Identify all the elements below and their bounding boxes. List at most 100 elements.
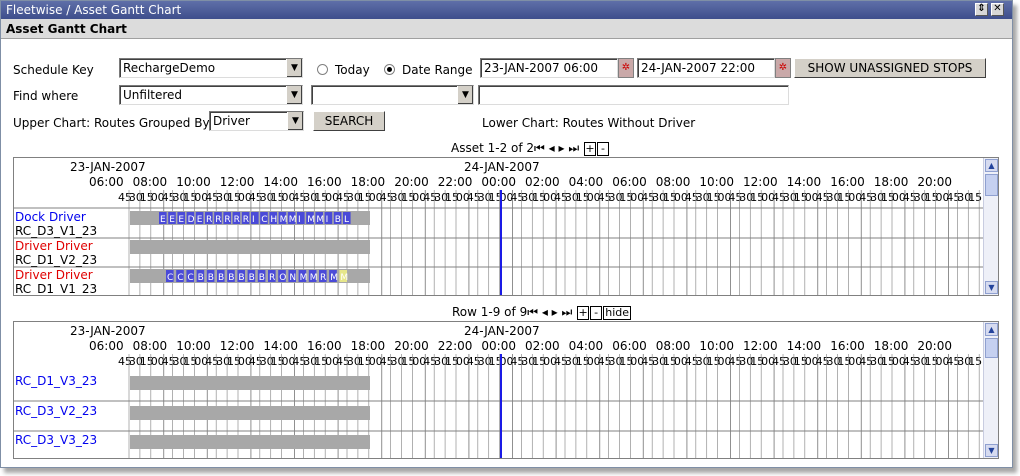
hour-tick-label: 20:00: [917, 175, 952, 189]
date-label: 23-JAN-2007: [70, 160, 146, 174]
route-bar: [130, 376, 370, 390]
hour-tick-label: 12:00: [743, 175, 778, 189]
first-page-icon[interactable]: ⏮: [534, 141, 545, 155]
find-where-select[interactable]: Unfiltered ▼: [119, 85, 303, 105]
stop-label: C: [177, 273, 183, 283]
hour-tick-label: 14:00: [787, 175, 822, 189]
app-window: Fleetwise / Asset Gantt Chart ⇕ ✕ Asset …: [0, 0, 1013, 468]
stop-label: E: [160, 215, 166, 225]
stop-label: E: [178, 215, 184, 225]
date-range-label: Date Range: [402, 63, 473, 77]
group-by-value: Driver: [213, 114, 250, 128]
restore-button[interactable]: ⇕: [975, 3, 988, 16]
upper-gantt-chart: 23-JAN-2007 24-JAN-2007 06:00 08:00 10:00 12:…: [13, 157, 999, 296]
stop-label: C: [187, 273, 193, 283]
upper-pager: Asset 1-2 of 2⏮ ◂ ▸ ⏭ + -: [451, 141, 609, 156]
zoom-in-button[interactable]: +: [583, 142, 596, 156]
route-bar: [130, 406, 370, 420]
zoom-out-button[interactable]: -: [590, 306, 603, 320]
hour-tick-label: 16:00: [830, 339, 865, 353]
date-to-input[interactable]: 24-JAN-2007 22:00: [637, 58, 775, 78]
hour-tick-label: 22:00: [438, 175, 473, 189]
restore-icon: ⇕: [977, 3, 986, 14]
row-group-label[interactable]: Driver Driver: [15, 239, 93, 253]
hour-tick-label: 22:00: [438, 339, 473, 353]
find-field-select[interactable]: ▼: [311, 85, 474, 105]
stop-label: E: [169, 215, 175, 225]
group-by-select[interactable]: Driver ▼: [209, 111, 304, 131]
row-group-label[interactable]: Dock Driver: [15, 210, 86, 224]
scroll-down-icon[interactable]: ▼: [985, 281, 998, 294]
hour-tick-label: 10:00: [176, 175, 211, 189]
next-page-icon[interactable]: ▸: [552, 305, 562, 319]
row-asset-label: RC_D1_V2_23: [15, 253, 98, 267]
prev-page-icon[interactable]: ◂: [538, 305, 552, 319]
route-label[interactable]: RC_D3_V3_23: [15, 433, 97, 447]
first-page-icon[interactable]: ⏮: [527, 305, 538, 319]
stop-label: D: [188, 215, 195, 225]
upper-gantt-svg: 23-JAN-2007 24-JAN-2007 06:00 08:00 10:00 12:…: [14, 160, 984, 295]
scroll-thumb[interactable]: [985, 174, 998, 196]
scroll-thumb[interactable]: [985, 338, 998, 358]
chevron-down-icon: ▼: [286, 59, 302, 77]
hour-tick-label: 18:00: [874, 339, 909, 353]
stop-label: M: [289, 215, 297, 225]
stop-label: N: [289, 273, 296, 283]
find-text-input[interactable]: [478, 85, 789, 105]
hour-tick-label: 00:00: [481, 175, 516, 189]
lower-vertical-scrollbar[interactable]: ▲ ▼: [983, 322, 998, 458]
stop-label: C: [167, 273, 173, 283]
hour-tick-label: 10:00: [699, 339, 734, 353]
chevron-down-icon: ▼: [286, 86, 302, 104]
stop-label: M: [280, 215, 288, 225]
date-label: 24-JAN-2007: [464, 324, 540, 338]
schedule-key-select[interactable]: RechargeDemo ▼: [119, 58, 303, 78]
zoom-out-button[interactable]: -: [596, 142, 609, 156]
stop-label: R: [243, 215, 249, 225]
route-label[interactable]: RC_D1_V3_23: [15, 374, 97, 388]
hour-tick-label: 08:00: [133, 339, 168, 353]
stop-label: E: [197, 215, 203, 225]
hour-tick-label: 14:00: [263, 175, 298, 189]
chevron-down-icon: ▼: [457, 86, 473, 104]
calendar-icon[interactable]: ✲: [618, 58, 634, 78]
stop-label: R: [234, 215, 240, 225]
calendar-icon[interactable]: ✲: [775, 58, 791, 78]
hour-tick-label: 04:00: [569, 175, 604, 189]
hour-tick-label: 14:00: [787, 339, 822, 353]
lower-gantt-chart: 23-JAN-2007 24-JAN-2007 06:00 08:00 10:00 12:…: [13, 321, 999, 459]
hour-tick-label: 12:00: [220, 175, 255, 189]
route-label[interactable]: RC_D3_V2_23: [15, 404, 97, 418]
hour-tick-label: 20:00: [394, 339, 429, 353]
date-range-radio[interactable]: [384, 64, 395, 75]
upper-vertical-scrollbar[interactable]: ▲ ▼: [983, 158, 998, 295]
row-asset-label: RC_D1_V1_23: [15, 282, 98, 296]
prev-page-icon[interactable]: ◂: [545, 141, 559, 155]
stop-label: L: [344, 215, 349, 225]
show-unassigned-stops-button[interactable]: SHOW UNASSIGNED STOPS: [794, 58, 986, 78]
scroll-up-icon[interactable]: ▲: [985, 323, 998, 336]
last-page-icon[interactable]: ⏭: [568, 141, 583, 155]
close-button[interactable]: ✕: [991, 3, 1004, 16]
scroll-up-icon[interactable]: ▲: [985, 159, 998, 172]
row-group-label[interactable]: Driver Driver: [15, 268, 93, 282]
stop-label: R: [215, 215, 221, 225]
date-label: 24-JAN-2007: [464, 160, 540, 174]
today-radio[interactable]: [317, 64, 328, 75]
hour-tick-label: 08:00: [656, 175, 691, 189]
hour-tick-label: 06:00: [612, 175, 647, 189]
stop-label: B: [238, 273, 244, 283]
last-page-icon[interactable]: ⏭: [562, 305, 577, 319]
scroll-down-icon[interactable]: ▼: [985, 444, 998, 457]
date-from-input[interactable]: 23-JAN-2007 06:00: [480, 58, 618, 78]
hour-tick-label: 18:00: [874, 175, 909, 189]
next-page-icon[interactable]: ▸: [559, 141, 569, 155]
search-button[interactable]: SEARCH: [313, 111, 385, 131]
hour-tick-label: 16:00: [830, 175, 865, 189]
stop-label: M: [307, 215, 315, 225]
zoom-in-button[interactable]: +: [577, 306, 590, 320]
hour-tick-label: 04:00: [569, 339, 604, 353]
stop-label: I: [298, 215, 301, 225]
hide-button[interactable]: hide: [603, 306, 632, 320]
title-bar: Fleetwise / Asset Gantt Chart ⇕ ✕: [1, 1, 1012, 19]
